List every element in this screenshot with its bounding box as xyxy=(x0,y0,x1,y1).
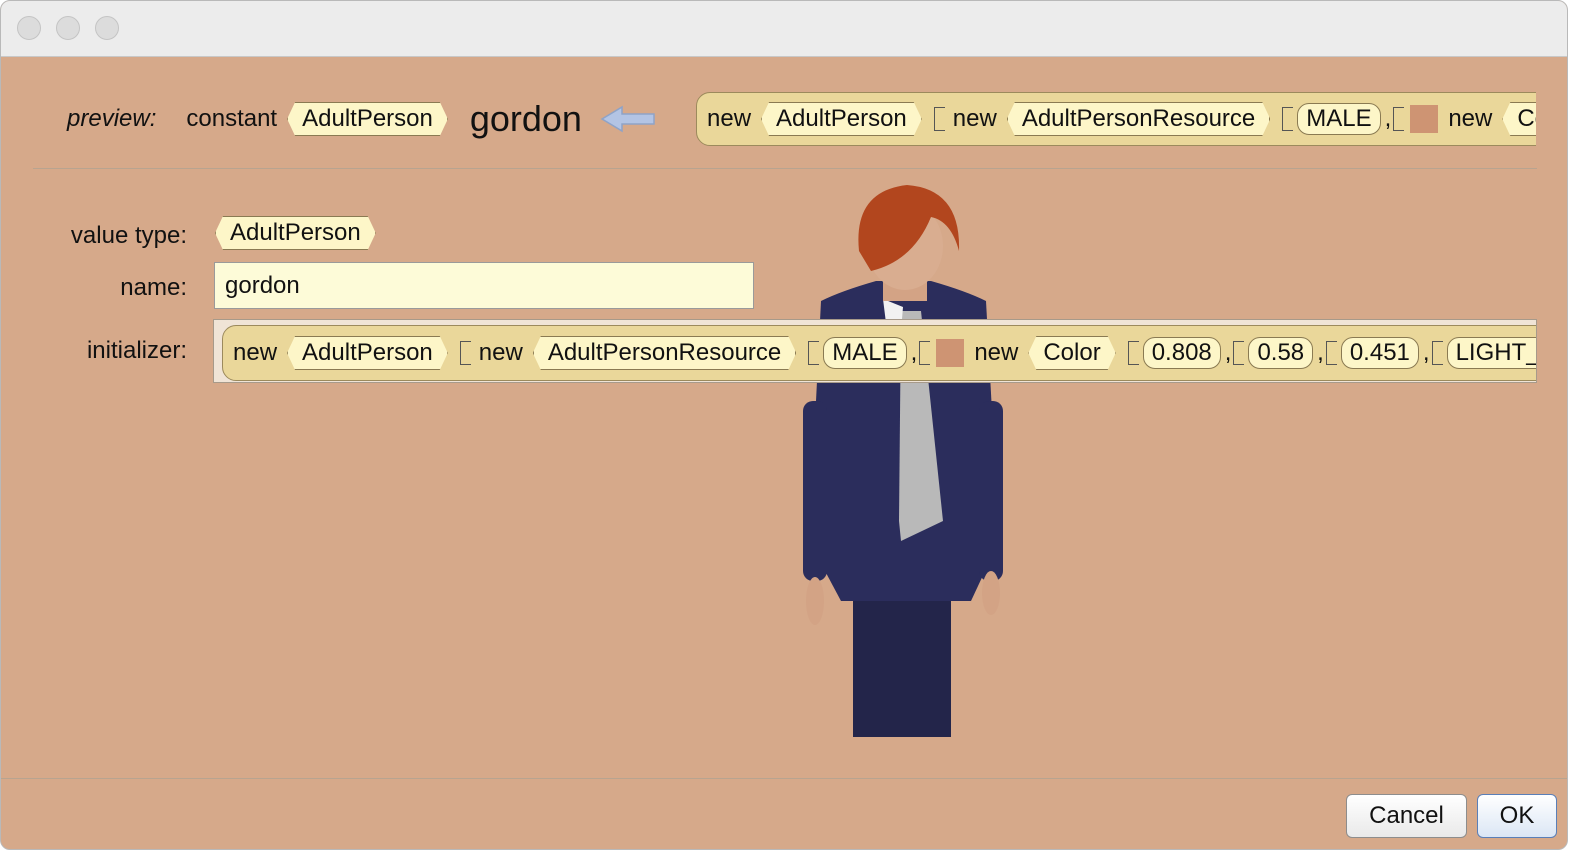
footer-divider xyxy=(1,778,1567,779)
comma: , xyxy=(1422,339,1430,366)
bracket-mark xyxy=(808,341,820,365)
type-tag[interactable]: AdultPersonResource xyxy=(533,336,796,370)
value-type-row: AdultPerson xyxy=(211,216,380,250)
value-type-label: value type: xyxy=(70,222,187,249)
gender-value[interactable]: MALE xyxy=(823,337,907,369)
bracket-mark xyxy=(1282,107,1294,131)
dialog-window: preview: constant AdultPerson gordon new… xyxy=(0,0,1568,850)
ok-button[interactable]: OK xyxy=(1477,794,1557,838)
left-arrow-icon xyxy=(600,104,658,134)
type-tag[interactable]: AdultPerson xyxy=(287,336,448,370)
type-tag[interactable]: Color xyxy=(1028,336,1115,370)
comma: , xyxy=(1224,339,1232,366)
close-window-button[interactable] xyxy=(17,16,41,40)
initializer-label: initializer: xyxy=(86,337,187,364)
blue-value[interactable]: 0.451 xyxy=(1340,337,1419,369)
name-field[interactable] xyxy=(214,262,754,309)
eye-color-value[interactable]: LIGHT_BL xyxy=(1446,337,1536,369)
color-swatch xyxy=(1410,105,1439,133)
new-keyword: new xyxy=(478,339,523,366)
color-swatch xyxy=(936,339,965,367)
initializer-expression[interactable]: new AdultPerson new AdultPersonResource … xyxy=(222,325,1536,381)
red-value[interactable]: 0.808 xyxy=(1142,337,1221,369)
gender-value: MALE xyxy=(1297,103,1381,135)
comma: , xyxy=(910,339,918,366)
comma: , xyxy=(1384,105,1392,132)
preview-row: preview: constant AdultPerson gordon xyxy=(61,97,668,141)
preview-expression-clip: new AdultPerson new AdultPersonResource … xyxy=(696,92,1536,146)
person-model-image xyxy=(801,181,1006,737)
new-keyword: new xyxy=(233,339,278,366)
bracket-mark xyxy=(459,341,471,365)
new-keyword: new xyxy=(707,105,752,132)
minimize-window-button[interactable] xyxy=(56,16,80,40)
cancel-button[interactable]: Cancel xyxy=(1346,794,1467,838)
preview-name: gordon xyxy=(469,98,582,139)
title-bar xyxy=(1,1,1567,57)
new-keyword: new xyxy=(1448,105,1493,132)
constant-keyword: constant xyxy=(186,105,278,132)
preview-type-tag: AdultPerson xyxy=(287,102,448,136)
type-tag: AdultPersonResource xyxy=(1007,102,1270,136)
preview-expression: new AdultPerson new AdultPersonResource … xyxy=(696,92,1536,146)
new-keyword: new xyxy=(974,339,1019,366)
bracket-mark xyxy=(1325,341,1337,365)
preview-label: preview: xyxy=(67,105,157,132)
green-value[interactable]: 0.58 xyxy=(1248,337,1314,369)
preview-divider xyxy=(33,168,1537,169)
bracket-mark xyxy=(1233,341,1245,365)
zoom-window-button[interactable] xyxy=(95,16,119,40)
type-tag: Colo xyxy=(1502,102,1536,136)
value-type-tag[interactable]: AdultPerson xyxy=(215,216,376,250)
name-label: name: xyxy=(120,274,187,301)
bracket-mark xyxy=(933,107,945,131)
initializer-field[interactable]: new AdultPerson new AdultPersonResource … xyxy=(213,319,1537,383)
bracket-mark xyxy=(1127,341,1139,365)
type-tag: AdultPerson xyxy=(761,102,922,136)
bracket-mark xyxy=(1393,107,1405,131)
new-keyword: new xyxy=(952,105,997,132)
bracket-mark xyxy=(1431,341,1443,365)
bracket-mark xyxy=(919,341,931,365)
comma: , xyxy=(1317,339,1324,366)
